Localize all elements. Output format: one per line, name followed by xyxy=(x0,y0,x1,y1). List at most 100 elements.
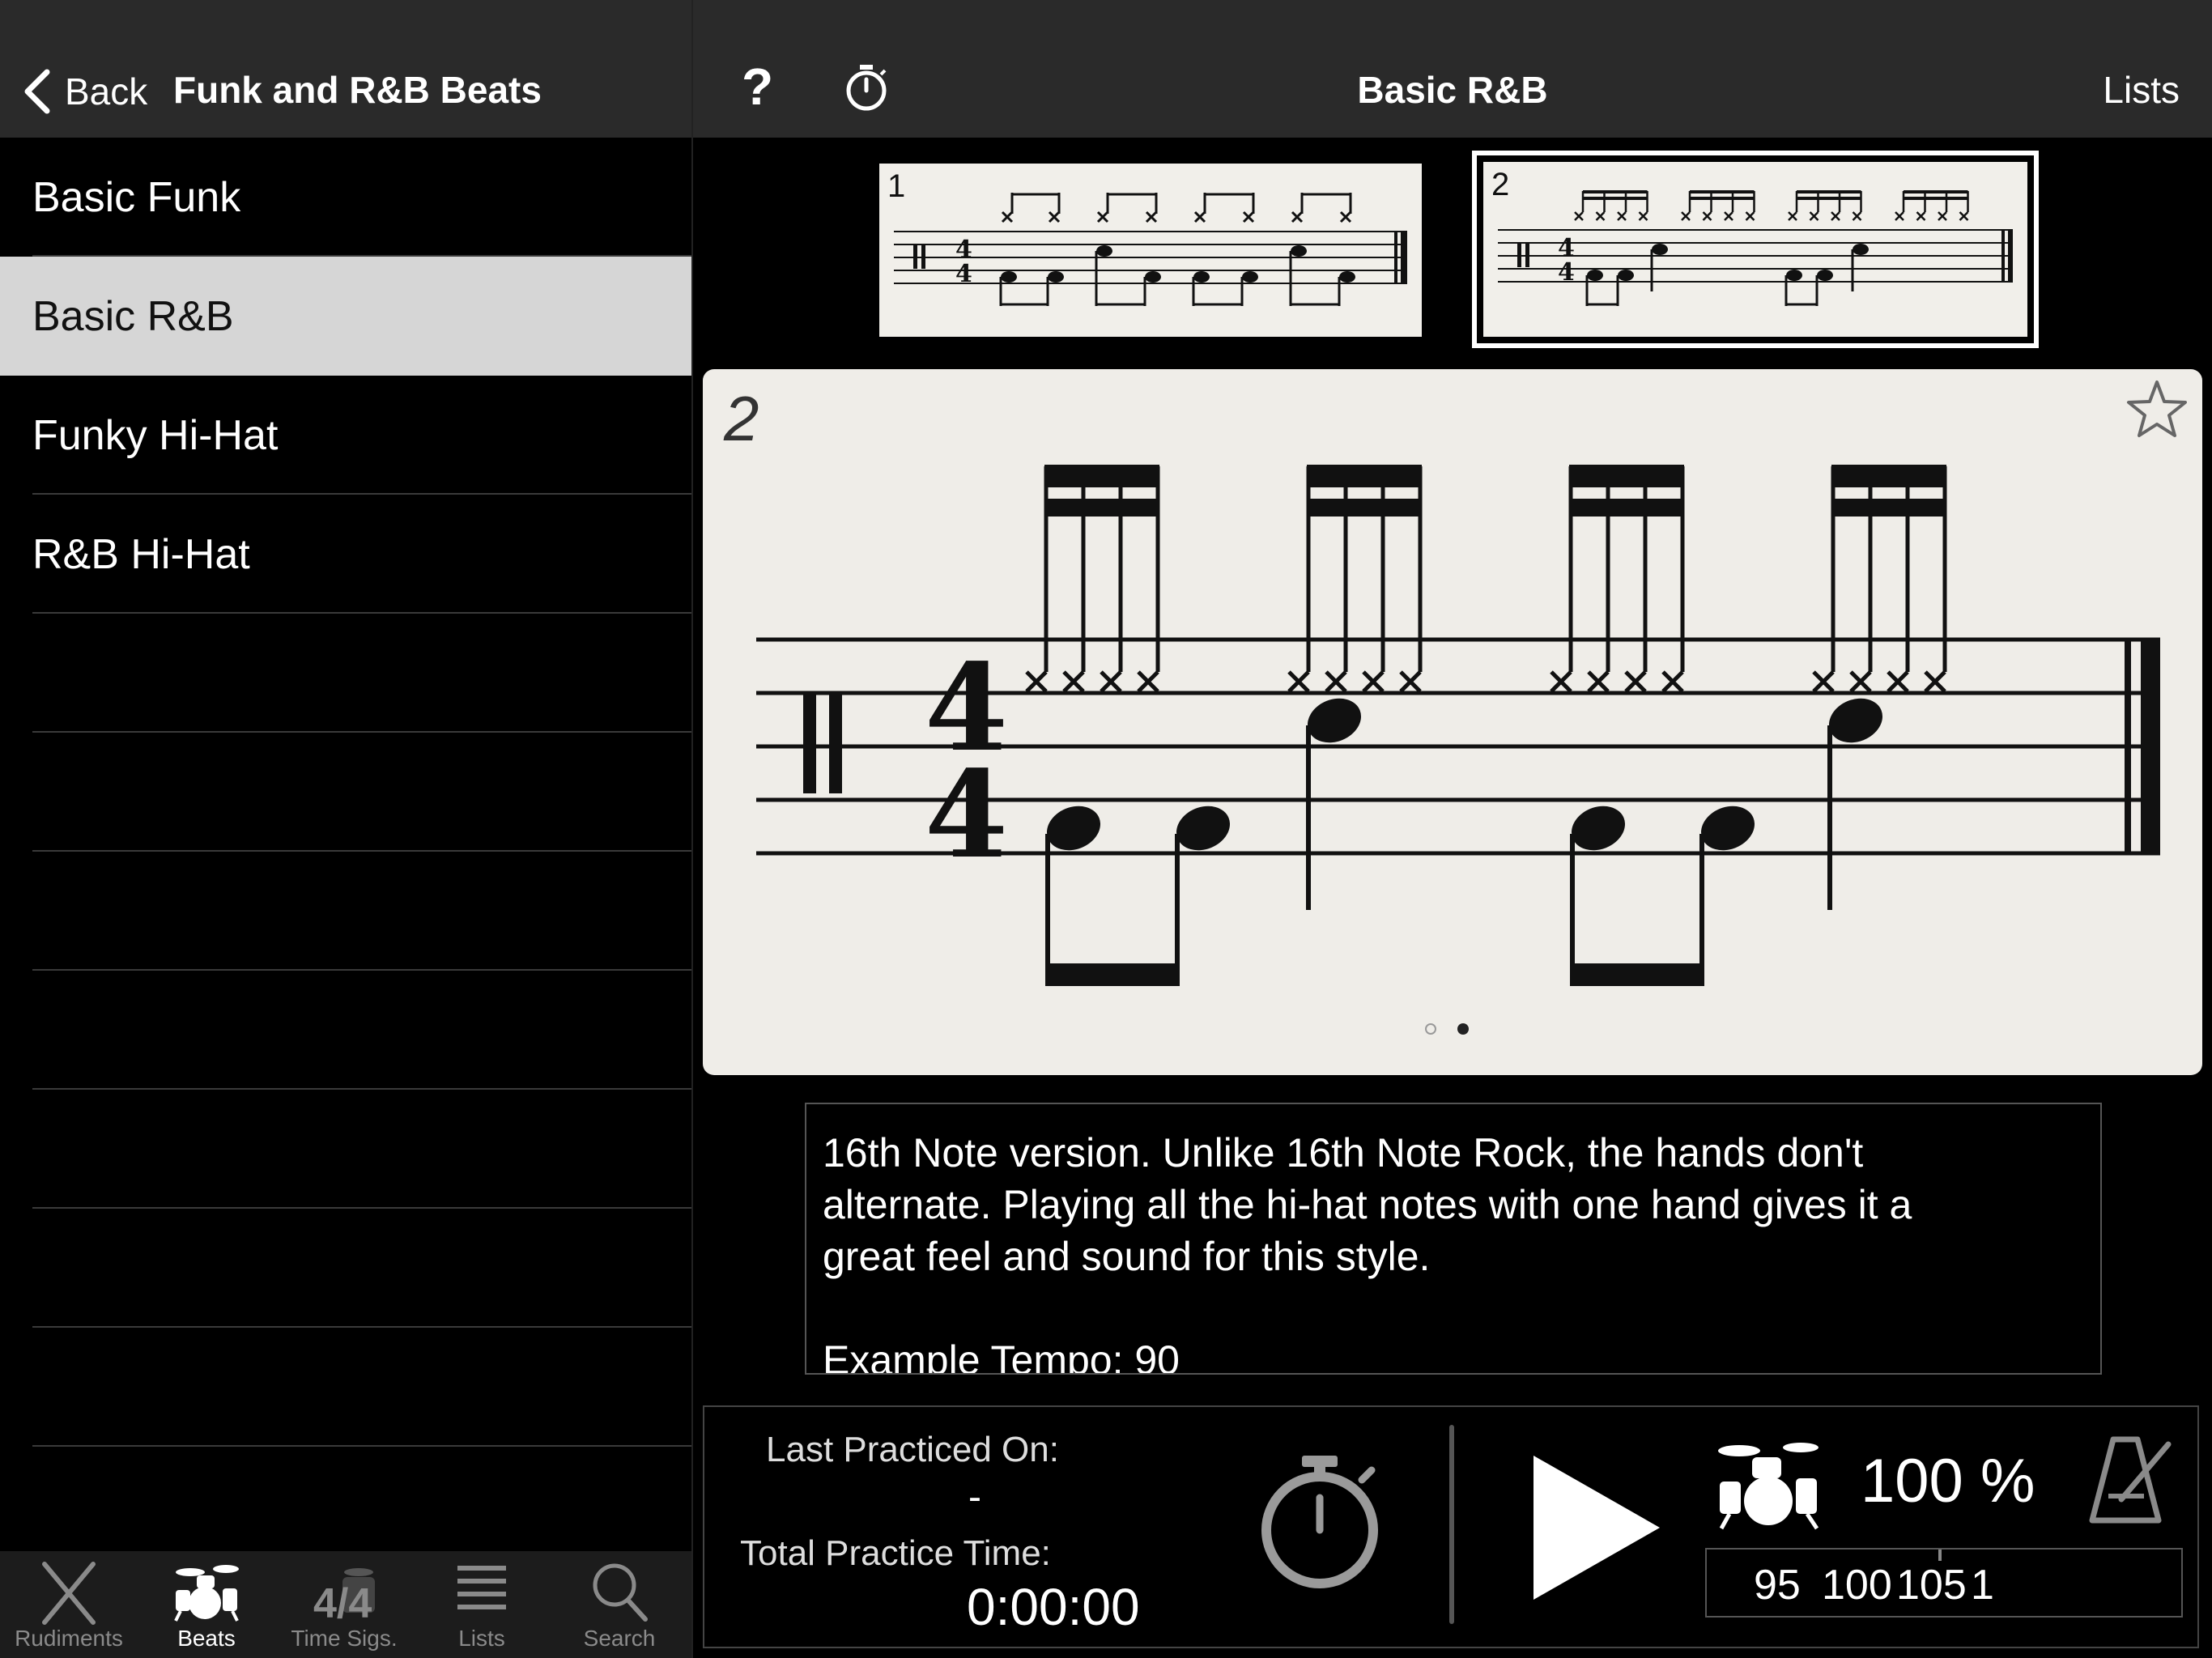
favorite-star-icon[interactable] xyxy=(2125,377,2189,442)
hihat-note xyxy=(1849,670,1872,693)
variation-thumbnail-1[interactable]: 1 4 4 xyxy=(879,164,1422,337)
variation-number: 2 xyxy=(724,383,759,454)
hihat-note xyxy=(1624,670,1647,693)
list-item xyxy=(0,733,691,852)
hihat-note xyxy=(1916,211,1926,221)
tab-beats[interactable]: Beats xyxy=(138,1551,275,1658)
list-item xyxy=(0,1328,691,1447)
hihat-note xyxy=(1924,670,1946,693)
hihat-note xyxy=(1638,211,1648,221)
hihat-note xyxy=(1617,211,1627,221)
drum-kit-icon xyxy=(174,1565,239,1622)
speed-percent[interactable]: 100 % xyxy=(1861,1446,2035,1516)
hihat-note xyxy=(1745,211,1755,221)
player-divider xyxy=(1449,1425,1454,1624)
beat-title: Basic R&B xyxy=(1357,69,1548,111)
list-item[interactable]: Basic R&B xyxy=(0,257,691,376)
hihat-note xyxy=(1550,670,1572,693)
hihat-note xyxy=(1137,670,1159,693)
back-button[interactable]: Back xyxy=(23,65,147,118)
crossed-sticks-icon xyxy=(42,1562,96,1625)
note-beam xyxy=(1831,499,1946,517)
svg-text:4: 4 xyxy=(1558,258,1575,287)
tab-search[interactable]: Search xyxy=(551,1551,688,1658)
page-dot-current xyxy=(1457,1023,1469,1035)
metronome-icon[interactable] xyxy=(2084,1435,2175,1525)
tempo-value: 1 xyxy=(1971,1562,1994,1609)
tab-label: Time Sigs. xyxy=(291,1626,398,1651)
hihat-note xyxy=(1325,670,1347,693)
hihat-note xyxy=(1681,211,1691,221)
list-icon xyxy=(457,1566,506,1609)
list-item-label: Basic Funk xyxy=(32,174,241,221)
list-item[interactable]: Funky Hi-Hat xyxy=(0,376,691,495)
hihat-note xyxy=(1959,211,1969,221)
list-item-label: Funky Hi-Hat xyxy=(32,412,279,459)
thumbnail-notation: 4 4 xyxy=(1498,190,2013,306)
tab-label: Lists xyxy=(458,1626,505,1651)
tempo-value: 95 xyxy=(1754,1562,1801,1609)
variation-thumbnail-2[interactable]: 2 4 4 xyxy=(1483,162,2027,337)
hihat-note xyxy=(1595,211,1606,221)
hihat-note xyxy=(1574,211,1584,221)
lists-button[interactable]: Lists xyxy=(2103,68,2180,112)
last-practiced-value: - xyxy=(968,1476,981,1519)
drum-kit-icon[interactable] xyxy=(1716,1439,1822,1530)
page-indicator[interactable] xyxy=(1425,1023,1469,1035)
list-item xyxy=(0,1209,691,1328)
play-icon[interactable] xyxy=(1522,1451,1668,1605)
tempo-value: 105 xyxy=(1896,1562,1967,1609)
tab-label: Search xyxy=(583,1626,656,1651)
hihat-note xyxy=(1062,670,1085,693)
page-dot xyxy=(1425,1023,1436,1035)
pane-divider xyxy=(691,0,693,1658)
tab-lists[interactable]: Lists xyxy=(413,1551,551,1658)
tempo-picker[interactable]: 95 100 105 1 xyxy=(1705,1548,2183,1618)
chevron-left-icon xyxy=(24,69,50,114)
hihat-note xyxy=(1788,211,1797,221)
note-beam xyxy=(1569,465,1684,487)
thumbnail-notation: 4 4 xyxy=(894,193,1407,306)
hihat-note xyxy=(1399,670,1422,693)
stopwatch-icon[interactable] xyxy=(1255,1452,1385,1590)
note-beam xyxy=(1831,465,1946,487)
note-beam xyxy=(1307,499,1422,517)
right-nav-bar: ? Basic R&B Lists xyxy=(693,0,2212,138)
magnifier-icon xyxy=(593,1563,648,1622)
tab-label: Beats xyxy=(177,1626,236,1651)
hihat-note xyxy=(1809,211,1819,221)
player-panel: Last Practiced On: - Total Practice Time… xyxy=(703,1405,2199,1648)
hihat-note xyxy=(1831,211,1840,221)
svg-text:4: 4 xyxy=(955,260,972,288)
notation-card[interactable]: 4 4 2 xyxy=(703,369,2202,1075)
hihat-note xyxy=(1724,211,1733,221)
hihat-note xyxy=(1852,211,1862,221)
list-item xyxy=(0,614,691,733)
time-signature-icon-text: 4/4 xyxy=(313,1580,372,1622)
hihat-note xyxy=(1587,670,1610,693)
total-time-value: 0:00:00 xyxy=(967,1578,1140,1636)
tab-time-signatures[interactable]: 4/4 Time Sigs. xyxy=(275,1551,413,1658)
time-signature-icon: 4/4 xyxy=(313,1568,375,1622)
total-time-label: Total Practice Time: xyxy=(740,1533,1051,1573)
list-item-label: Basic R&B xyxy=(32,293,234,340)
list-item xyxy=(0,971,691,1090)
description-text: 16th Note version. Unlike 16th Note Rock… xyxy=(823,1130,1912,1375)
hihat-note xyxy=(1100,670,1122,693)
description-box[interactable]: 16th Note version. Unlike 16th Note Rock… xyxy=(805,1103,2102,1375)
hihat-note xyxy=(1812,670,1835,693)
hihat-note xyxy=(1661,670,1684,693)
row-separator xyxy=(32,1445,691,1447)
hihat-note xyxy=(1025,670,1048,693)
last-practiced-label: Last Practiced On: xyxy=(766,1430,1059,1469)
drum-notation: 4 4 xyxy=(756,465,2160,986)
note-beam xyxy=(1569,499,1684,517)
hihat-note xyxy=(1287,670,1310,693)
list-item[interactable]: R&B Hi-Hat xyxy=(0,495,691,614)
tab-rudiments[interactable]: Rudiments xyxy=(0,1551,138,1658)
note-beam xyxy=(1044,499,1159,517)
list-item[interactable]: Basic Funk xyxy=(0,138,691,257)
beat-list: Basic Funk Basic R&B Funky Hi-Hat R&B Hi… xyxy=(0,138,691,1447)
note-beam xyxy=(1307,465,1422,487)
left-nav-bar: Back Funk and R&B Beats xyxy=(0,0,691,138)
